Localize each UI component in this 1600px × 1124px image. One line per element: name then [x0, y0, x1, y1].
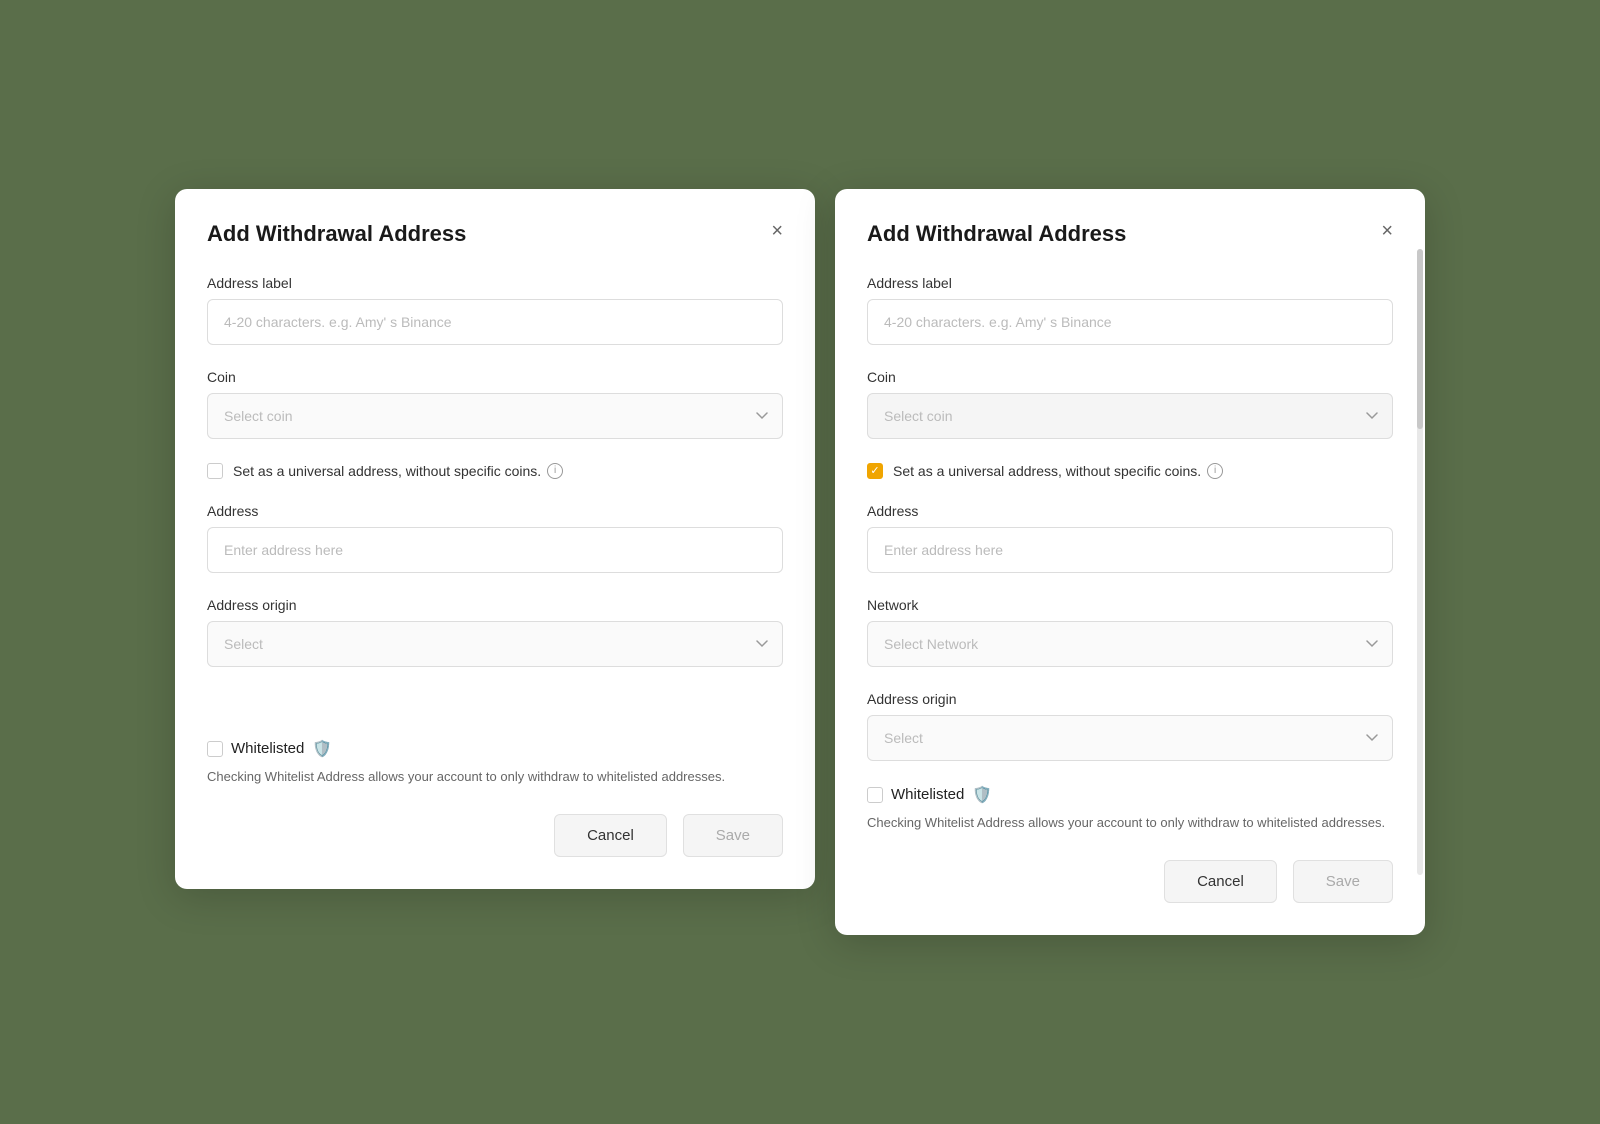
right-address-input[interactable] [867, 527, 1393, 573]
left-whitelist-checkbox[interactable] [207, 741, 223, 757]
right-save-button[interactable]: Save [1293, 860, 1393, 903]
left-save-button[interactable]: Save [683, 814, 783, 857]
right-whitelist-desc: Checking Whitelist Address allows your a… [867, 813, 1393, 833]
right-network-select[interactable]: Select Network [867, 621, 1393, 667]
left-universal-checkbox-row: Set as a universal address, without spec… [207, 463, 783, 479]
right-modal-title: Add Withdrawal Address [867, 221, 1393, 247]
left-coin-label: Coin [207, 369, 783, 385]
right-shield-icon: 🛡️ [972, 785, 992, 805]
left-coin-group: Coin Select coin [207, 369, 783, 439]
right-modal-close-button[interactable]: × [1377, 217, 1397, 245]
left-whitelist-section: Whitelisted 🛡️ Checking Whitelist Addres… [207, 739, 783, 787]
left-address-origin-select[interactable]: Select [207, 621, 783, 667]
right-whitelist-section: Whitelisted 🛡️ Checking Whitelist Addres… [867, 785, 1393, 833]
left-whitelist-label: Whitelisted [231, 740, 304, 757]
right-whitelist-checkbox[interactable] [867, 787, 883, 803]
right-address-label-input[interactable] [867, 299, 1393, 345]
left-address-label-input[interactable] [207, 299, 783, 345]
left-address-group: Address [207, 503, 783, 573]
right-address-origin-select[interactable]: Select [867, 715, 1393, 761]
right-address-label-group: Address label [867, 275, 1393, 345]
left-address-origin-group: Address origin Select [207, 597, 783, 667]
right-network-group: Network Select Network [867, 597, 1393, 667]
right-address-label-text: Address label [867, 275, 1393, 291]
left-modal-close-button[interactable]: × [767, 217, 787, 245]
left-universal-label: Set as a universal address, without spec… [233, 463, 563, 479]
left-address-label-text: Address label [207, 275, 783, 291]
right-coin-group: Coin Select coin [867, 369, 1393, 439]
left-modal-footer: Cancel Save [207, 814, 783, 857]
right-whitelist-row: Whitelisted 🛡️ [867, 785, 1393, 805]
left-modal-title: Add Withdrawal Address [207, 221, 783, 247]
right-address-origin-label: Address origin [867, 691, 1393, 707]
right-address-origin-group: Address origin Select [867, 691, 1393, 761]
right-coin-label: Coin [867, 369, 1393, 385]
left-address-input[interactable] [207, 527, 783, 573]
right-modal-footer: Cancel Save [867, 860, 1393, 903]
right-address-label: Address [867, 503, 1393, 519]
right-coin-select[interactable]: Select coin [867, 393, 1393, 439]
right-network-label: Network [867, 597, 1393, 613]
left-cancel-button[interactable]: Cancel [554, 814, 667, 857]
right-universal-info-icon[interactable]: i [1207, 463, 1223, 479]
left-shield-icon: 🛡️ [312, 739, 332, 759]
left-whitelist-row: Whitelisted 🛡️ [207, 739, 783, 759]
left-universal-info-icon[interactable]: i [547, 463, 563, 479]
right-whitelist-label: Whitelisted [891, 786, 964, 803]
right-universal-label: Set as a universal address, without spec… [893, 463, 1223, 479]
left-whitelist-desc: Checking Whitelist Address allows your a… [207, 767, 783, 787]
left-address-origin-label: Address origin [207, 597, 783, 613]
left-universal-checkbox[interactable] [207, 463, 223, 479]
left-address-label-group: Address label [207, 275, 783, 345]
left-coin-select[interactable]: Select coin [207, 393, 783, 439]
left-modal: Add Withdrawal Address × Address label C… [175, 189, 815, 890]
right-modal-scrollbar-thumb [1417, 249, 1423, 429]
right-universal-checkbox[interactable]: ✓ [867, 463, 883, 479]
right-cancel-button[interactable]: Cancel [1164, 860, 1277, 903]
right-modal: Add Withdrawal Address × Address label C… [835, 189, 1425, 936]
right-address-group: Address [867, 503, 1393, 573]
right-universal-checkbox-row: ✓ Set as a universal address, without sp… [867, 463, 1393, 479]
left-address-label: Address [207, 503, 783, 519]
right-modal-scrollbar[interactable] [1417, 249, 1423, 876]
